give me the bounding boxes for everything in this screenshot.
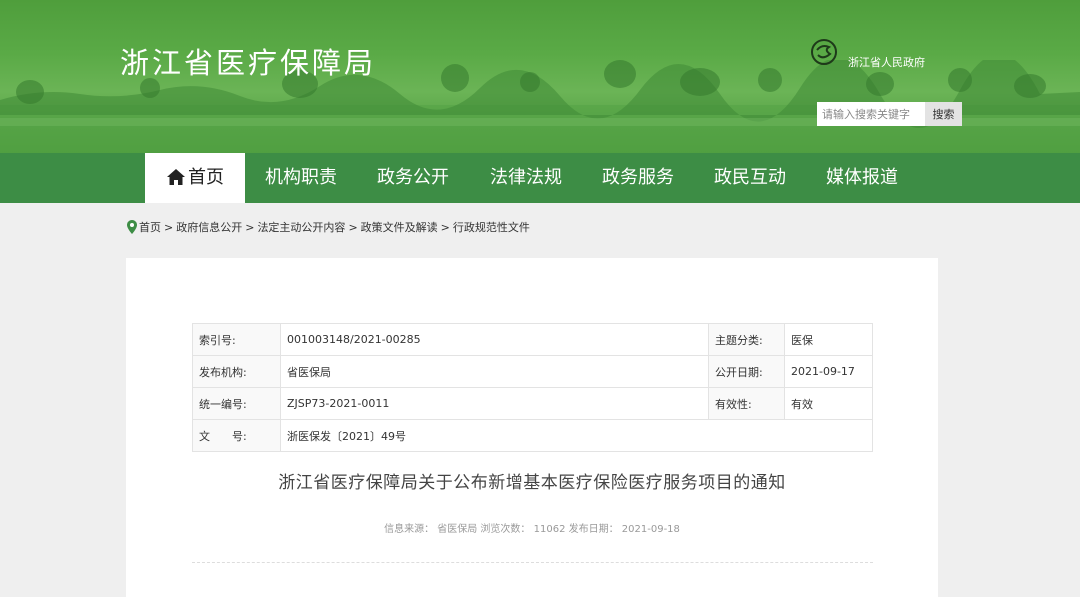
breadcrumb-separator: > xyxy=(348,220,358,234)
table-row: 文 号: 浙医保发〔2021〕49号 xyxy=(192,419,873,452)
table-row: 发布机构: 省医保局 公开日期: 2021-09-17 xyxy=(192,355,873,388)
zhejiang-gov-logo-icon[interactable] xyxy=(810,38,838,66)
breadcrumb-separator: > xyxy=(440,220,450,234)
nav-item-laws[interactable]: 法律法规 xyxy=(478,153,574,203)
doc-no-label: 文 号: xyxy=(192,419,281,452)
breadcrumb-separator: > xyxy=(245,220,255,234)
nav-item-interaction[interactable]: 政民互动 xyxy=(702,153,798,203)
topic-value: 医保 xyxy=(784,323,873,356)
validity-value: 有效 xyxy=(784,387,873,420)
nav-item-label: 首页 xyxy=(188,167,224,188)
breadcrumb: 首页 > 政府信息公开 > 法定主动公开内容 > 政策文件及解读 > 行政规范性… xyxy=(127,218,530,236)
issuer-value: 省医保局 xyxy=(280,355,709,388)
home-icon xyxy=(167,169,185,185)
main-nav: 首页 机构职责 政务公开 法律法规 政务服务 政民互动 媒体报道 xyxy=(0,153,1080,203)
nav-item-home[interactable]: 首页 xyxy=(145,153,245,203)
search-input[interactable] xyxy=(817,102,925,126)
nav-item-institution[interactable]: 机构职责 xyxy=(253,153,349,203)
gov-name[interactable]: 浙江省人民政府 xyxy=(848,54,925,70)
breadcrumb-item-normative-docs[interactable]: 行政规范性文件 xyxy=(453,219,530,235)
location-pin-icon xyxy=(127,220,137,234)
breadcrumb-item-home[interactable]: 首页 xyxy=(139,219,161,235)
index-value: 001003148/2021-00285 xyxy=(280,323,709,356)
table-row: 索引号: 001003148/2021-00285 主题分类: 医保 xyxy=(192,323,873,356)
document-info: 信息来源： 省医保局 浏览次数： 11062 发布日期： 2021-09-18 xyxy=(384,524,680,535)
search-button[interactable]: 搜索 xyxy=(925,102,962,126)
divider xyxy=(192,562,873,563)
pubdate-value: 2021-09-17 xyxy=(784,355,873,388)
document-title: 浙江省医疗保障局关于公布新增基本医疗保险医疗服务项目的通知 xyxy=(278,473,786,493)
validity-label: 有效性: xyxy=(708,387,785,420)
issuer-label: 发布机构: xyxy=(192,355,281,388)
unified-no-value: ZJSP73-2021-0011 xyxy=(280,387,709,420)
pubdate-label: 公开日期: xyxy=(708,355,785,388)
index-label: 索引号: xyxy=(192,323,281,356)
breadcrumb-separator: > xyxy=(164,220,174,234)
document-meta-table: 索引号: 001003148/2021-00285 主题分类: 医保 发布机构:… xyxy=(192,323,873,452)
table-row: 统一编号: ZJSP73-2021-0011 有效性: 有效 xyxy=(192,387,873,420)
unified-no-label: 统一编号: xyxy=(192,387,281,420)
header-banner: 浙江省医疗保障局 浙江省人民政府 搜索 xyxy=(0,0,1080,153)
nav-item-gov-affairs-open[interactable]: 政务公开 xyxy=(365,153,461,203)
doc-no-value: 浙医保发〔2021〕49号 xyxy=(280,419,873,452)
topic-label: 主题分类: xyxy=(708,323,785,356)
breadcrumb-item-info-open[interactable]: 政府信息公开 xyxy=(176,219,242,235)
site-title[interactable]: 浙江省医疗保障局 xyxy=(120,40,376,82)
nav-item-gov-services[interactable]: 政务服务 xyxy=(590,153,686,203)
breadcrumb-item-policy-docs[interactable]: 政策文件及解读 xyxy=(361,219,438,235)
breadcrumb-item-statutory[interactable]: 法定主动公开内容 xyxy=(257,219,345,235)
nav-item-media[interactable]: 媒体报道 xyxy=(814,153,910,203)
